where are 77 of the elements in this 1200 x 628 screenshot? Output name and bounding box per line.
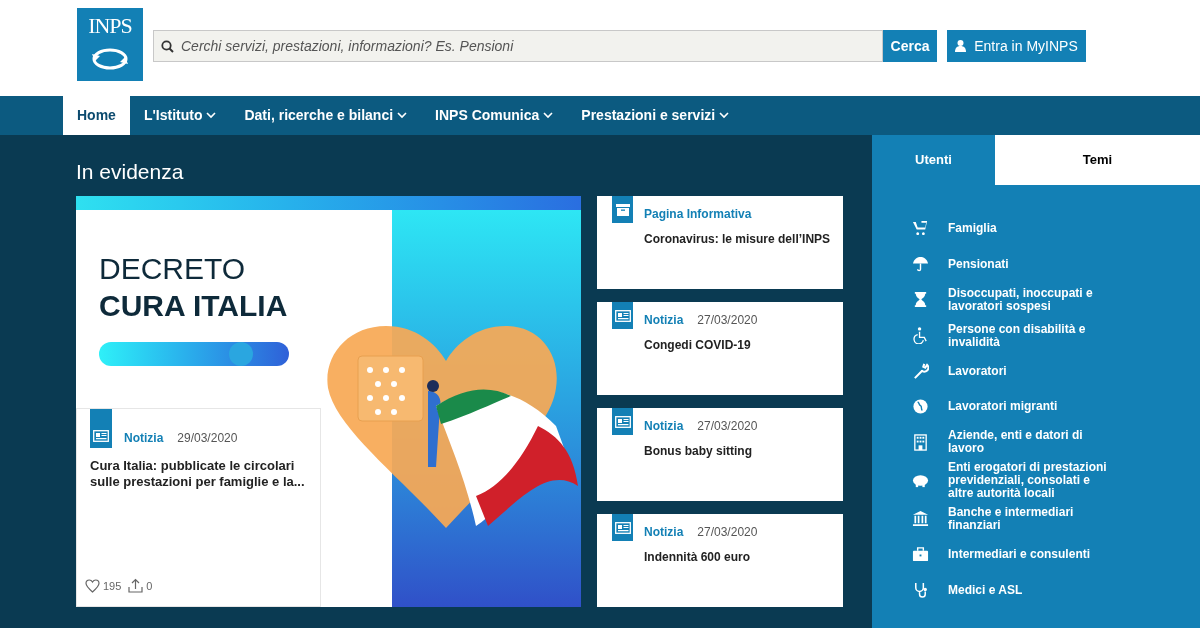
search-field[interactable]: Cerchi servizi, prestazioni, informazioni? Es. Pensioni <box>153 30 883 62</box>
logo[interactable]: INPS <box>77 8 143 81</box>
like-count: 195 <box>103 578 122 594</box>
building-icon <box>912 433 929 451</box>
sidebar-item-label: Persone con disabilità e invalidità <box>948 322 1087 349</box>
nav-tab[interactable]: Dati, ricerche e bilanci <box>230 96 422 135</box>
sidebar-tab[interactable]: Temi <box>995 135 1200 185</box>
news-title[interactable]: Congedi COVID-19 <box>644 336 758 354</box>
sidebar-item[interactable]: Enti erogatori di prestazioni previdenziali, consolati e altre autorità locali <box>912 460 1200 502</box>
sidebar-item[interactable]: Intermediari e consulenti <box>912 536 1200 573</box>
news-title[interactable]: Indennità 600 euro <box>644 548 758 566</box>
share-count: 0 <box>146 578 153 594</box>
newspaper-icon <box>614 309 631 322</box>
news-title[interactable]: Coronavirus: le misure dell’INPS <box>644 230 831 248</box>
nav-tab[interactable]: Prestazioni e servizi <box>567 96 744 135</box>
newspaper-icon <box>614 521 631 534</box>
category-label: Notizia <box>644 418 684 435</box>
sidebar-item-label: Lavoratori migranti <box>948 400 1059 414</box>
search-icon <box>161 40 174 53</box>
news-card[interactable]: Notizia 27/03/2020 Bonus baby sitting <box>597 408 843 501</box>
sidebar-item[interactable]: Pensionati <box>912 246 1200 283</box>
nav-tab[interactable]: Home <box>63 96 130 135</box>
umbrella-icon <box>912 255 929 273</box>
newspaper-icon <box>93 430 109 442</box>
news-card[interactable]: Notizia 29/03/2020 Cura Italia: pubblicate le circolari sulle prestazioni per famiglie e la... 195 0 <box>76 408 321 607</box>
sidebar-item[interactable]: Lavoratori migranti <box>912 388 1200 425</box>
heart-icon[interactable] <box>85 578 100 593</box>
sidebar-item[interactable]: Famiglia <box>912 211 1200 247</box>
user-icon <box>955 40 967 52</box>
archive-box-icon <box>615 203 630 216</box>
banner-headline: DECRETO <box>99 252 247 286</box>
search-button[interactable]: Cerca <box>883 30 937 62</box>
share-icon[interactable] <box>128 578 144 594</box>
news-card[interactable]: Notizia 27/03/2020 Congedi COVID-19 <box>597 302 843 395</box>
sidebar-item-label: Banche e intermediari finanziari <box>948 505 1075 532</box>
news-title[interactable]: Bonus baby sitting <box>644 442 758 460</box>
sidebar-item[interactable]: Banche e intermediari finanziari <box>912 501 1200 537</box>
sidebar-item-label: Pensionati <box>948 257 1010 271</box>
sidebar-item-label: Disoccupati, inoccupati e lavoratori sospesi <box>948 287 1094 313</box>
sidebar-item-label: Lavoratori <box>948 364 1008 378</box>
wheelchair-icon <box>912 327 929 345</box>
arrows-circle-icon <box>90 46 130 72</box>
sidebar-item[interactable]: Medici e ASL <box>912 572 1200 608</box>
news-card[interactable]: Notizia 27/03/2020 Indennità 600 euro <box>597 514 843 607</box>
date-label: 27/03/2020 <box>697 418 758 435</box>
sidebar-item[interactable]: Persone con disabilità e invalidità <box>912 317 1200 354</box>
piggy-bank-icon <box>912 472 929 490</box>
date-label: 29/03/2020 <box>177 430 238 447</box>
logo-text: INPS <box>88 14 132 38</box>
sidebar-item-label: Aziende, enti e datori di lavoro <box>948 429 1084 456</box>
hourglass-icon <box>912 291 929 309</box>
sidebar-item[interactable]: Disoccupati, inoccupati e lavoratori sospesi <box>912 282 1200 318</box>
sidebar-item-label: Famiglia <box>948 222 998 236</box>
news-title[interactable]: Cura Italia: pubblicate le circolari sulle prestazioni per famiglie e la... <box>90 458 307 490</box>
sidebar-item[interactable]: Lavoratori <box>912 353 1200 389</box>
banner-headline: CURA ITALIA <box>99 288 289 324</box>
category-label: Notizia <box>644 312 684 329</box>
nav-tab[interactable]: L'Istituto <box>129 96 231 135</box>
sidebar-item-label: Medici e ASL <box>948 583 1024 597</box>
login-button[interactable]: Entra in MyINPS <box>947 30 1086 62</box>
category-label: Pagina Informativa <box>644 206 752 223</box>
section-title: In evidenza <box>76 159 185 185</box>
hero-card[interactable]: DECRETO CURA ITALIA Notizia 29/03/2020 Cura Italia: pubblicate le circolari sulle prestazioni per famiglie e la... 195 0 <box>76 196 581 607</box>
briefcase-icon <box>912 546 929 564</box>
wrench-icon <box>912 362 929 380</box>
sidebar-item[interactable]: Aziende, enti e datori di lavoro <box>912 424 1200 461</box>
sidebar-item-label: Intermediari e consulenti <box>948 548 1092 562</box>
category-label: Notizia <box>644 524 684 541</box>
nav-tab[interactable]: INPS Comunica <box>421 96 568 135</box>
newspaper-icon <box>614 415 631 428</box>
date-label: 27/03/2020 <box>697 524 758 541</box>
date-label: 27/03/2020 <box>697 312 758 329</box>
sidebar-item-label: Enti erogatori di prestazioni previdenziali, consolati e altre autorità locali <box>948 461 1108 501</box>
category-label: Notizia <box>124 430 164 447</box>
news-card[interactable]: Pagina Informativa Coronavirus: le misure dell’INPS <box>597 196 843 289</box>
bank-icon <box>912 510 929 528</box>
stethoscope-icon <box>912 581 929 599</box>
